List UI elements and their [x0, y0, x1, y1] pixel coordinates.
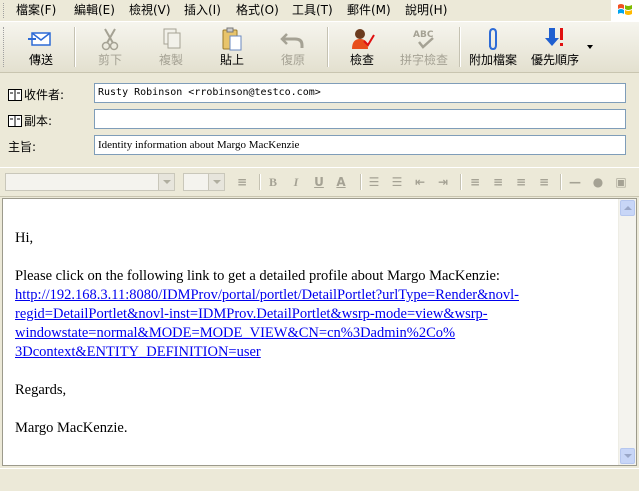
decrease-indent-icon[interactable]: ⇤ [412, 174, 428, 190]
format-separator [560, 174, 562, 190]
greeting: Hi, [15, 230, 34, 246]
intro-text: Please click on the following link to ge… [15, 268, 500, 284]
paste-icon [222, 27, 242, 51]
profile-link[interactable]: http://192.168.3.11:8080/IDMProv/portal/… [15, 286, 600, 362]
attach-button[interactable]: 附加檔案 [465, 24, 521, 70]
cc-label[interactable]: 副本: [8, 112, 52, 129]
chevron-down-icon [208, 174, 224, 190]
menu-bar: 檔案(F) 編輯(E) 檢視(V) 插入(I) 格式(O) 工具(T) 郵件(M… [0, 0, 639, 22]
toolbar: 傳送 剪下 複製 貼上 復原 檢查 ABC 拼字檢查 附加檔案 優先順序 [0, 22, 639, 73]
cut-button[interactable]: 剪下 [84, 24, 136, 70]
menu-format[interactable]: 格式(O) [234, 3, 281, 18]
copy-icon [163, 28, 181, 49]
align-left-icon[interactable]: ≡ [467, 174, 483, 190]
address-book-icon [8, 115, 22, 127]
format-separator [259, 174, 261, 190]
bullet-list-icon[interactable]: ☰ [389, 174, 405, 190]
align-center-icon[interactable]: ≡ [490, 174, 506, 190]
hyperlink-icon[interactable]: ● [590, 174, 606, 190]
spelling-check-icon: ABC [413, 30, 434, 49]
spelling-button[interactable]: ABC 拼字檢查 [396, 24, 452, 70]
paste-button[interactable]: 貼上 [206, 24, 258, 70]
address-book-icon [8, 89, 22, 101]
scroll-up-button[interactable] [620, 200, 635, 216]
message-body[interactable]: Hi, Please click on the following link t… [2, 198, 637, 466]
undo-button[interactable]: 復原 [267, 24, 319, 70]
priority-label: 優先順序 [530, 53, 579, 67]
font-size-select[interactable] [183, 173, 225, 191]
cc-field[interactable] [94, 109, 626, 129]
copy-label: 複製 [158, 53, 183, 67]
subject-label: 主旨: [8, 140, 37, 154]
profile-link-line[interactable]: http://192.168.3.11:8080/IDMProv/portal/… [15, 287, 519, 303]
increase-indent-icon[interactable]: ⇥ [435, 174, 451, 190]
cc-label-text: 副本: [24, 114, 53, 128]
send-label: 傳送 [28, 53, 53, 67]
menu-message[interactable]: 郵件(M) [345, 3, 393, 18]
horizontal-line-icon[interactable]: — [567, 174, 583, 190]
to-label[interactable]: 收件者: [8, 86, 64, 103]
underline-button[interactable]: U [311, 174, 327, 190]
closing: Regards, [15, 382, 67, 398]
cc-row: 副本: [0, 108, 639, 132]
copy-button[interactable]: 複製 [145, 24, 197, 70]
profile-link-line[interactable]: regid=DetailPortlet&novl-inst=IDMProv.De… [15, 306, 488, 322]
formatting-toolbar: ≡ B I U A ☰ ☰ ⇤ ⇥ ≡ ≡ ≡ ≡ — ● ▣ [0, 167, 639, 197]
signature: Margo MacKenzie. [15, 420, 128, 436]
menu-view[interactable]: 檢視(V) [127, 3, 173, 18]
menu-help[interactable]: 說明(H) [403, 3, 449, 18]
scroll-down-button[interactable] [620, 448, 635, 464]
numbered-list-icon[interactable]: ☰ [366, 174, 382, 190]
to-row: 收件者: Rusty Robinson <rrobinson@testco.co… [0, 82, 639, 106]
menu-file[interactable]: 檔案(F) [14, 3, 58, 18]
priority-icon [545, 28, 563, 46]
status-bar [0, 468, 639, 491]
menu-edit[interactable]: 編輯(E) [72, 3, 117, 18]
attach-label: 附加檔案 [468, 53, 517, 67]
subject-row: 主旨: Identity information about Margo Mac… [0, 134, 639, 158]
menu-insert[interactable]: 插入(I) [182, 3, 223, 18]
menu-bar-grip[interactable] [3, 3, 7, 18]
undo-icon [280, 33, 304, 48]
menu-tools[interactable]: 工具(T) [290, 3, 335, 18]
cut-label: 剪下 [97, 53, 122, 67]
profile-link-line[interactable]: 3Dcontext&ENTITY_DEFINITION=user [15, 344, 261, 360]
format-separator [360, 174, 362, 190]
chevron-down-icon [158, 174, 174, 190]
format-separator [460, 174, 462, 190]
italic-button[interactable]: I [288, 174, 304, 190]
vertical-scrollbar[interactable] [618, 199, 636, 465]
scissors-icon [101, 28, 119, 51]
send-button[interactable]: 傳送 [14, 24, 68, 70]
toolbar-separator [74, 27, 76, 67]
priority-button[interactable]: 優先順序 [527, 24, 583, 70]
to-label-text: 收件者: [24, 88, 65, 102]
to-field[interactable]: Rusty Robinson <rrobinson@testco.com> [94, 83, 626, 103]
send-icon [28, 32, 51, 46]
subject-field[interactable]: Identity information about Margo MacKenz… [94, 135, 626, 155]
message-text[interactable]: Hi, Please click on the following link t… [15, 229, 600, 438]
windows-logo [611, 0, 639, 21]
undo-label: 復原 [280, 53, 305, 67]
priority-dropdown-icon[interactable] [587, 44, 595, 50]
toolbar-separator [327, 27, 329, 67]
check-names-label: 檢查 [349, 53, 374, 67]
check-names-button[interactable]: 檢查 [336, 24, 388, 70]
toolbar-grip[interactable] [3, 27, 7, 67]
toolbar-separator [459, 27, 461, 67]
spelling-label: 拼字檢查 [399, 53, 448, 67]
justify-icon[interactable]: ≡ [536, 174, 552, 190]
check-names-icon [352, 29, 375, 49]
insert-picture-icon[interactable]: ▣ [613, 174, 629, 190]
font-color-button[interactable]: A [333, 174, 349, 190]
profile-link-line[interactable]: windowstate=normal&MODE=MODE_VIEW&CN=cn%… [15, 325, 455, 341]
bold-button[interactable]: B [265, 174, 281, 190]
windows-flag-icon [618, 4, 632, 15]
align-right-icon[interactable]: ≡ [513, 174, 529, 190]
paragraph-style-icon[interactable]: ≡ [234, 174, 250, 190]
paperclip-icon [489, 27, 497, 51]
font-name-select[interactable] [5, 173, 175, 191]
paste-label: 貼上 [219, 53, 244, 67]
